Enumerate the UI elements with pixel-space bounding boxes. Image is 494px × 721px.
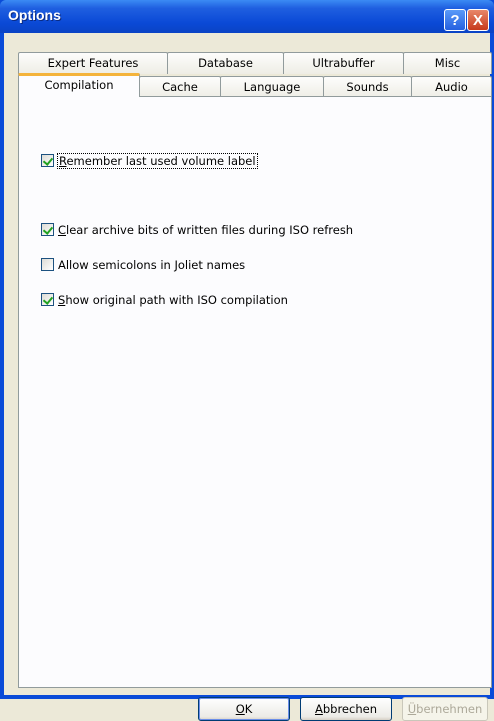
options-dialog: Options ? X Expert Features Database Ult… [0, 0, 494, 721]
button-label: K [244, 702, 253, 716]
option-label: Clear archive bits of written files duri… [58, 223, 353, 237]
tab-cache[interactable]: Cache [139, 76, 221, 98]
cancel-button[interactable]: Abbrechen [300, 697, 392, 721]
title-bar[interactable]: Options ? X [0, 0, 494, 33]
checkbox-icon[interactable] [41, 154, 54, 167]
accelerator-char: A [314, 702, 323, 716]
dialog-client-area: Expert Features Database Ultrabuffer Mis… [4, 33, 492, 721]
button-label: bernehmen [416, 702, 483, 716]
button-label: bbrechen [322, 702, 377, 716]
accelerator-char: C [58, 222, 67, 237]
option-label: Show original path with ISO compilation [58, 293, 288, 307]
checkbox-icon[interactable] [41, 258, 54, 271]
close-icon[interactable]: X [467, 9, 489, 31]
option-show-original-path[interactable]: Show original path with ISO compilation [41, 291, 288, 308]
option-remember-volume-label[interactable]: Remember last used volume label [41, 152, 258, 169]
tab-audio[interactable]: Audio [411, 76, 492, 98]
tab-compilation[interactable]: Compilation [18, 73, 140, 97]
apply-button[interactable]: Übernehmen [402, 697, 488, 721]
option-clear-archive-bits[interactable]: Clear archive bits of written files duri… [41, 221, 353, 238]
tab-database[interactable]: Database [167, 52, 284, 74]
checkbox-icon[interactable] [41, 223, 54, 236]
checkbox-icon[interactable] [41, 293, 54, 306]
option-allow-semicolons[interactable]: Allow semicolons in Joliet names [41, 256, 245, 273]
accelerator-char: O [235, 702, 245, 716]
tab-language[interactable]: Language [220, 76, 324, 98]
ok-button[interactable]: OK [198, 697, 290, 721]
tab-expert-features[interactable]: Expert Features [18, 52, 168, 74]
option-label-text: lear archive bits of written files durin… [66, 222, 354, 237]
option-label-text: how original path with ISO compilation [65, 292, 288, 307]
tab-sounds[interactable]: Sounds [323, 76, 412, 98]
compilation-panel: Remember last used volume label Clear ar… [18, 96, 492, 688]
option-label: Remember last used volume label [57, 152, 258, 169]
help-icon[interactable]: ? [444, 9, 466, 31]
tab-misc[interactable]: Misc [403, 52, 492, 74]
option-label-text: Allow semicolons in Joliet names [58, 257, 246, 272]
option-label-text: emember last used volume label [66, 153, 256, 168]
accelerator-char: Ü [407, 702, 417, 716]
window-title: Options [8, 7, 61, 23]
tab-ultrabuffer[interactable]: Ultrabuffer [283, 52, 404, 74]
